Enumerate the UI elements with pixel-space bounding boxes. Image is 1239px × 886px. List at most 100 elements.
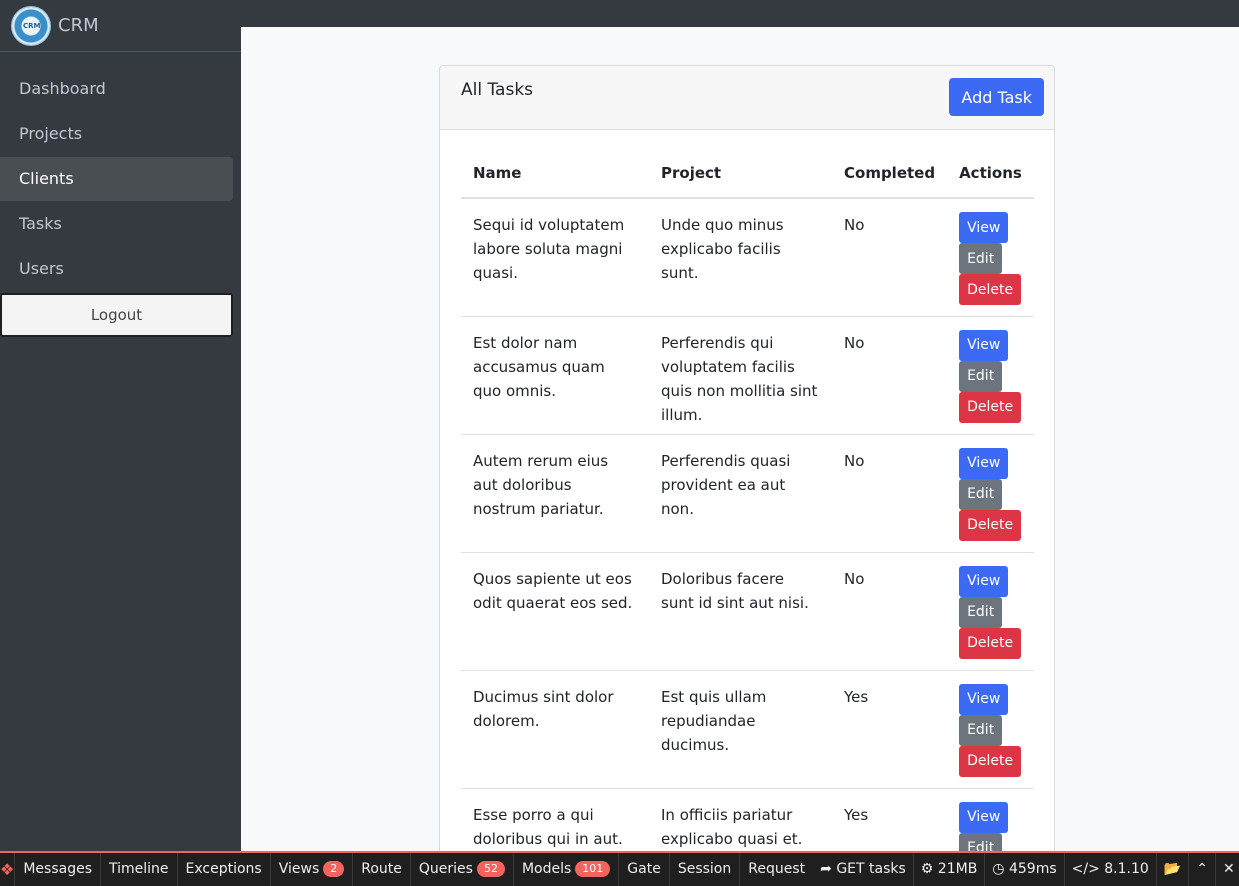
sidebar-item-dashboard[interactable]: Dashboard	[0, 67, 233, 111]
crm-logo-icon: CRM	[12, 6, 50, 45]
brand-name: CRM	[58, 15, 99, 36]
edit-button[interactable]: Edit	[959, 243, 1003, 274]
view-button[interactable]: View	[959, 329, 1009, 361]
debugbar-tab-timeline[interactable]: Timeline	[101, 853, 178, 886]
table-row: Quos sapiente ut eos odit quaerat eos se…	[461, 552, 1034, 671]
delete-button[interactable]: Delete	[959, 509, 1022, 541]
task-name: Est dolor nam accusamus quam quo omnis.	[461, 316, 649, 435]
tasks-table: Name Project Completed Actions Sequi id …	[461, 154, 1034, 864]
debugbar: ❖ Messages Timeline Exceptions Views 2 Ro…	[0, 851, 1239, 886]
debugbar-tab-label: Views	[278, 861, 320, 877]
debugbar-time: ◷ 459ms	[984, 853, 1063, 886]
sidebar-item-tasks[interactable]: Tasks	[0, 202, 233, 246]
task-completed: No	[832, 198, 948, 317]
debugbar-tab-gate[interactable]: Gate	[619, 853, 670, 886]
column-header-actions: Actions	[947, 154, 1034, 199]
laravel-logo-icon[interactable]: ❖	[0, 853, 16, 886]
folder-open-icon[interactable]: 📂	[1155, 853, 1188, 886]
debugbar-tab-queries[interactable]: Queries 52	[411, 853, 514, 886]
debugbar-tab-exceptions[interactable]: Exceptions	[178, 853, 271, 886]
debugbar-tab-label: Gate	[627, 861, 661, 877]
count-badge: 2	[323, 861, 345, 877]
task-completed: No	[832, 316, 948, 435]
edit-button[interactable]: Edit	[959, 478, 1003, 510]
debugbar-status: ➦ GET tasks ⚙ 21MB ◷ 459ms </> 8.1.10 📂 …	[813, 853, 1239, 886]
delete-button[interactable]: Delete	[959, 627, 1022, 659]
edit-button[interactable]: Edit	[959, 714, 1003, 746]
task-completed: No	[832, 434, 948, 553]
brand-link[interactable]: CRM CRM	[0, 0, 241, 52]
row-actions: View Edit Delete	[947, 670, 1034, 789]
debugbar-request[interactable]: ➦ GET tasks	[813, 853, 913, 886]
column-header-project: Project	[649, 154, 832, 199]
logout-button[interactable]: Logout	[0, 293, 233, 337]
debugbar-tab-models[interactable]: Models 101	[514, 853, 620, 886]
delete-button[interactable]: Delete	[959, 391, 1022, 423]
table-row: Est dolor nam accusamus quam quo omnis. …	[461, 316, 1034, 435]
debugbar-version: </> 8.1.10	[1063, 853, 1156, 886]
top-navbar	[241, 0, 1239, 27]
task-completed: No	[832, 552, 948, 671]
task-project: Doloribus facere sunt id sint aut nisi.	[649, 552, 832, 671]
task-name: Ducimus sint dolor dolorem.	[461, 670, 649, 789]
table-row: Ducimus sint dolor dolorem. Est quis ull…	[461, 670, 1034, 789]
view-button[interactable]: View	[959, 683, 1009, 715]
view-button[interactable]: View	[959, 212, 1009, 243]
delete-button[interactable]: Delete	[959, 274, 1022, 305]
row-actions: View Edit Delete	[947, 552, 1034, 671]
count-badge: 52	[476, 861, 505, 877]
debugbar-tab-session[interactable]: Session	[670, 853, 741, 886]
sidebar-nav: Dashboard Projects Clients Tasks Users L…	[0, 52, 241, 337]
delete-button[interactable]: Delete	[959, 745, 1022, 777]
sidebar: CRM CRM Dashboard Projects Clients Tasks…	[0, 0, 241, 851]
debugbar-tab-label: Timeline	[109, 861, 169, 877]
task-project: Perferendis qui voluptatem facilis quis …	[649, 316, 832, 435]
debugbar-tab-label: Exceptions	[185, 861, 262, 877]
clock-icon: ◷	[992, 861, 1005, 877]
debugbar-tab-label: Request	[748, 861, 806, 877]
debugbar-tab-views[interactable]: Views 2	[271, 853, 354, 886]
edit-button[interactable]: Edit	[959, 360, 1003, 392]
debugbar-memory: ⚙ 21MB	[912, 853, 985, 886]
task-project: Perferendis quasi provident ea aut non.	[649, 434, 832, 553]
task-project: Unde quo minus explicabo facilis sunt.	[649, 198, 832, 317]
memory-value: 21MB	[937, 861, 978, 877]
add-task-button[interactable]: Add Task	[949, 78, 1044, 116]
task-name: Autem rerum eius aut doloribus nostrum p…	[461, 434, 649, 553]
cogs-icon: ⚙	[920, 861, 934, 877]
task-project: Est quis ullam repudiandae ducimus.	[649, 670, 832, 789]
column-header-completed: Completed	[832, 154, 948, 199]
view-button[interactable]: View	[959, 565, 1009, 597]
task-name: Sequi id voluptatem labore soluta magni …	[461, 198, 649, 317]
debugbar-tab-route[interactable]: Route	[353, 853, 411, 886]
sidebar-item-users[interactable]: Users	[0, 247, 233, 291]
table-row: Autem rerum eius aut doloribus nostrum p…	[461, 434, 1034, 553]
debugbar-tab-label: Queries	[418, 861, 473, 877]
row-actions: View Edit Delete	[947, 198, 1034, 317]
share-icon: ➦	[820, 861, 832, 877]
debugbar-tab-messages[interactable]: Messages	[15, 853, 101, 886]
debugbar-tab-label: Messages	[23, 861, 92, 877]
edit-button[interactable]: Edit	[959, 596, 1003, 628]
time-value: 459ms	[1008, 861, 1057, 877]
count-badge: 101	[575, 861, 611, 877]
page-title: All Tasks	[461, 80, 534, 100]
debugbar-tab-label: Session	[677, 861, 732, 877]
table-row: Sequi id voluptatem labore soluta magni …	[461, 198, 1034, 317]
row-actions: View Edit Delete	[947, 316, 1034, 435]
row-actions: View Edit Delete	[947, 434, 1034, 553]
sidebar-item-clients[interactable]: Clients	[0, 157, 233, 201]
debugbar-tab-label: Route	[361, 861, 402, 877]
request-label: GET tasks	[836, 861, 906, 877]
debugbar-tab-request[interactable]: Request	[740, 853, 813, 886]
close-icon[interactable]: ✕	[1214, 853, 1239, 886]
chevron-up-icon[interactable]: ⌃	[1188, 853, 1215, 886]
task-name: Quos sapiente ut eos odit quaerat eos se…	[461, 552, 649, 671]
code-icon: </>	[1071, 861, 1100, 877]
sidebar-item-projects[interactable]: Projects	[0, 112, 233, 156]
view-button[interactable]: View	[959, 801, 1009, 833]
debugbar-tab-label: Models	[521, 861, 572, 877]
view-button[interactable]: View	[959, 447, 1009, 479]
version-value: 8.1.10	[1104, 861, 1149, 877]
task-completed: Yes	[832, 670, 948, 789]
